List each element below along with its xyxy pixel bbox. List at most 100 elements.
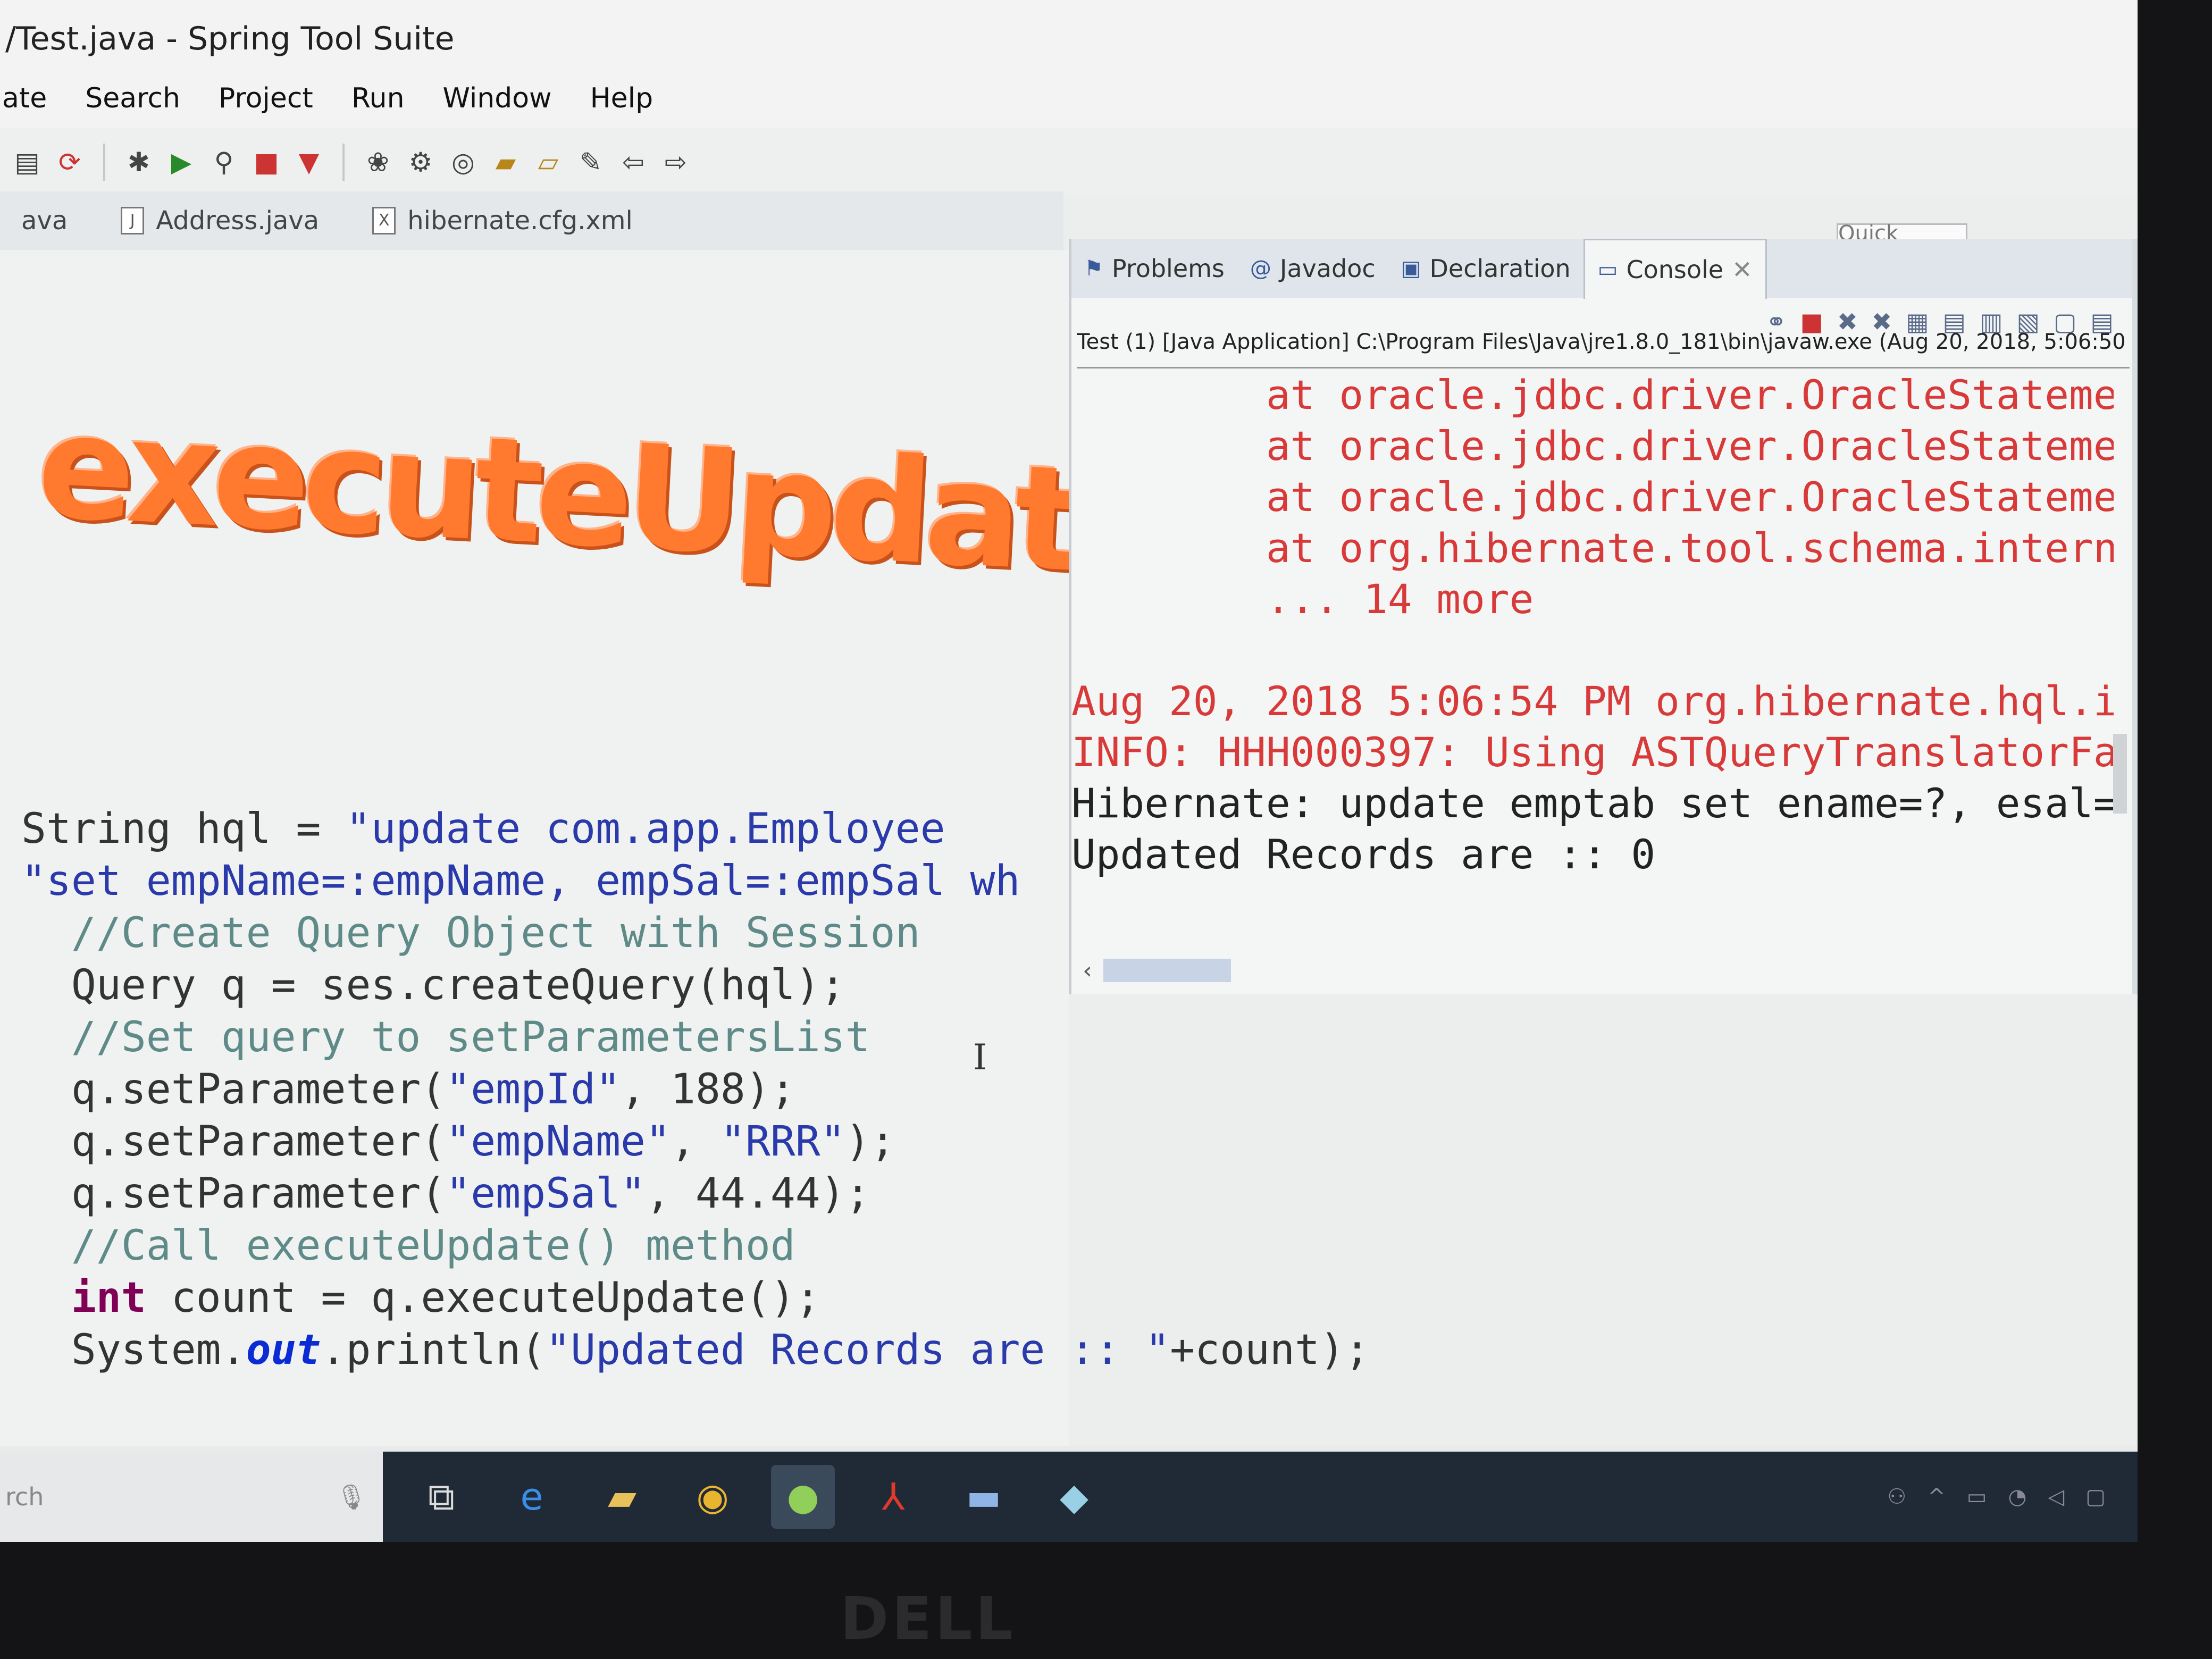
refresh-icon[interactable]: ⟳ xyxy=(53,146,86,179)
open-icon[interactable]: ▱ xyxy=(532,146,565,179)
menu-navigate[interactable]: ate xyxy=(0,82,49,114)
code-token: "empSal" xyxy=(446,1170,646,1218)
code-token: q.setParameter( xyxy=(21,1118,446,1166)
tab-address-java[interactable]: J Address.java xyxy=(99,206,351,236)
code-token: "empName" xyxy=(446,1118,671,1166)
new-icon[interactable]: ◎ xyxy=(447,146,480,179)
console-line: at oracle.jdbc.driver.OracleStatemen xyxy=(1071,371,2114,418)
volume-icon[interactable]: ◁ xyxy=(2048,1485,2064,1509)
pin-icon[interactable]: ✎ xyxy=(574,146,607,179)
monitor-brand-logo: DELL xyxy=(840,1585,1016,1653)
system-tray[interactable]: ⚇ ^ ▭ ◔ ◁ ▢ xyxy=(1887,1485,2106,1509)
acrobat-icon[interactable]: ⅄ xyxy=(861,1465,925,1529)
menu-search[interactable]: Search xyxy=(83,82,182,114)
tab-java-file[interactable]: ava xyxy=(0,206,99,236)
code-line[interactable]: //Set query to setParametersList xyxy=(21,1011,1063,1063)
menu-project[interactable]: Project xyxy=(216,82,315,114)
search-icon[interactable]: ⚲ xyxy=(207,146,240,179)
tab-javadoc[interactable]: @ Javadoc xyxy=(1237,254,1388,283)
code-editor[interactable]: executeUpdate() String hql = "update com… xyxy=(0,250,1370,1446)
chevron-up-icon[interactable]: ^ xyxy=(1928,1485,1946,1509)
package-explorer-icon[interactable]: ▤ xyxy=(11,146,44,179)
network-icon[interactable]: ◔ xyxy=(2008,1485,2027,1509)
at-icon: @ xyxy=(1250,256,1271,281)
menu-run[interactable]: Run xyxy=(349,82,407,114)
view-tab-bar: ⚑ Problems @ Javadoc ▣ Declaration ▭ Con… xyxy=(1071,238,2135,299)
editor-tab-bar: ava J Address.java X hibernate.cfg.xml xyxy=(0,191,1063,250)
code-token: .println( xyxy=(321,1326,546,1374)
toolbar-separator xyxy=(103,144,105,181)
tab-console[interactable]: ▭ Console ✕ xyxy=(1583,238,1767,299)
taskbar-search[interactable]: rch 🎙 xyxy=(0,1452,383,1542)
code-line[interactable]: "set empName=:empName, empSal=:empSal wh xyxy=(21,855,1063,907)
spring-icon[interactable]: ❀ xyxy=(362,146,395,179)
code-line[interactable]: q.setParameter("empSal", 44.44); xyxy=(21,1168,1063,1220)
tab-hibernate-cfg[interactable]: X hibernate.cfg.xml xyxy=(351,206,665,236)
scroll-left-icon[interactable]: ‹ xyxy=(1071,957,1103,984)
menu-window[interactable]: Window xyxy=(441,82,554,114)
spring-tool-suite-icon[interactable]: ● xyxy=(771,1465,835,1529)
folder-icon[interactable]: ▰ xyxy=(489,146,522,179)
stop-icon[interactable]: ■ xyxy=(250,146,283,179)
code-line[interactable]: //Call executeUpdate() method xyxy=(21,1220,1063,1272)
code-line[interactable]: q.setParameter("empId", 188); xyxy=(21,1063,1063,1116)
forward-icon[interactable]: ⇦ xyxy=(617,146,650,179)
declaration-icon: ▣ xyxy=(1401,256,1421,281)
main-toolbar: ▤ ⟳ ✱ ▶ ⚲ ■ ▼ ❀ ⚙ ◎ ▰ ▱ ✎ ⇦ ⇨ xyxy=(0,128,2138,197)
tab-label: Declaration xyxy=(1429,254,1571,283)
debug-icon[interactable]: ✱ xyxy=(122,146,155,179)
code-token: //Create Query Object with Session xyxy=(21,909,920,957)
launch-description: Test (1) [Java Application] C:\Program F… xyxy=(1077,330,2130,368)
tab-declaration[interactable]: ▣ Declaration xyxy=(1388,254,1583,283)
screen-icon[interactable]: ▬ xyxy=(952,1465,1016,1529)
code-line[interactable]: //Create Query Object with Session xyxy=(21,907,1063,959)
code-line[interactable]: q.setParameter("empName", "RRR"); xyxy=(21,1116,1063,1168)
code-token: , 44.44); xyxy=(646,1170,870,1218)
code-token: q.setParameter( xyxy=(21,1170,446,1218)
vertical-scrollbar[interactable] xyxy=(2113,734,2127,814)
run-icon[interactable]: ▶ xyxy=(165,146,198,179)
battery-icon[interactable]: ▭ xyxy=(1967,1485,1987,1509)
horizontal-scrollbar[interactable]: ‹ xyxy=(1071,957,2082,984)
code-token: "RRR" xyxy=(720,1118,845,1166)
close-icon[interactable]: ✕ xyxy=(1732,255,1753,284)
code-token: //Call executeUpdate() method xyxy=(21,1222,795,1270)
code-token: //Set query to setParametersList xyxy=(21,1013,870,1061)
task-view-icon[interactable]: ⧉ xyxy=(409,1465,473,1529)
code-token: "set empName=:empName, empSal=:empSal wh xyxy=(21,857,1020,905)
console-output[interactable]: at oracle.jdbc.driver.OracleStatemen at … xyxy=(1071,370,2114,928)
code-token: , xyxy=(670,1118,720,1166)
file-explorer-icon[interactable]: ▰ xyxy=(590,1465,654,1529)
code-block[interactable]: String hql = "update com.app.Employee "se… xyxy=(21,803,1370,1376)
code-token: System. xyxy=(21,1326,246,1374)
menu-help[interactable]: Help xyxy=(588,82,656,114)
console-line: Updated Records are :: 0 xyxy=(1071,831,1656,878)
tab-label: Console xyxy=(1626,255,1724,284)
people-icon[interactable]: ⚇ xyxy=(1887,1485,1906,1509)
scroll-thumb[interactable] xyxy=(1103,959,1231,982)
tab-label: Javadoc xyxy=(1279,254,1376,283)
code-line[interactable]: System.out.println("Updated Records are … xyxy=(21,1324,1370,1376)
tab-problems[interactable]: ⚑ Problems xyxy=(1071,254,1237,283)
text-cursor-icon: I xyxy=(973,1037,987,1078)
console-line: Aug 20, 2018 5:06:54 PM org.hibernate.hq… xyxy=(1071,677,2114,725)
chrome-icon[interactable]: ◉ xyxy=(681,1465,744,1529)
code-token: "Updated Records are :: " xyxy=(546,1326,1170,1374)
notification-icon[interactable]: ▢ xyxy=(2085,1485,2106,1509)
notepad-icon[interactable]: ◆ xyxy=(1042,1465,1106,1529)
back-icon[interactable]: ⇨ xyxy=(659,146,692,179)
console-line: INFO: HHH000397: Using ASTQueryTranslato… xyxy=(1071,728,2114,776)
code-line[interactable]: int count = q.executeUpdate(); xyxy=(21,1272,1063,1324)
code-token: , 188); xyxy=(621,1066,795,1113)
coverage-icon[interactable]: ▼ xyxy=(292,146,325,179)
console-line: Hibernate: update emptab set ename=?, es… xyxy=(1071,780,2114,827)
console-line: at oracle.jdbc.driver.OracleStatemen xyxy=(1071,422,2114,470)
tab-label: ava xyxy=(21,206,68,236)
edge-icon[interactable]: e xyxy=(500,1465,564,1529)
code-line[interactable]: Query q = ses.createQuery(hql); xyxy=(21,959,1063,1011)
code-line[interactable]: String hql = "update com.app.Employee xyxy=(21,803,1063,855)
build-icon[interactable]: ⚙ xyxy=(404,146,437,179)
microphone-icon[interactable]: 🎙 xyxy=(336,1482,367,1512)
side-toolbar xyxy=(2132,239,2138,994)
menu-bar: ate Search Project Run Window Help xyxy=(0,69,2138,128)
